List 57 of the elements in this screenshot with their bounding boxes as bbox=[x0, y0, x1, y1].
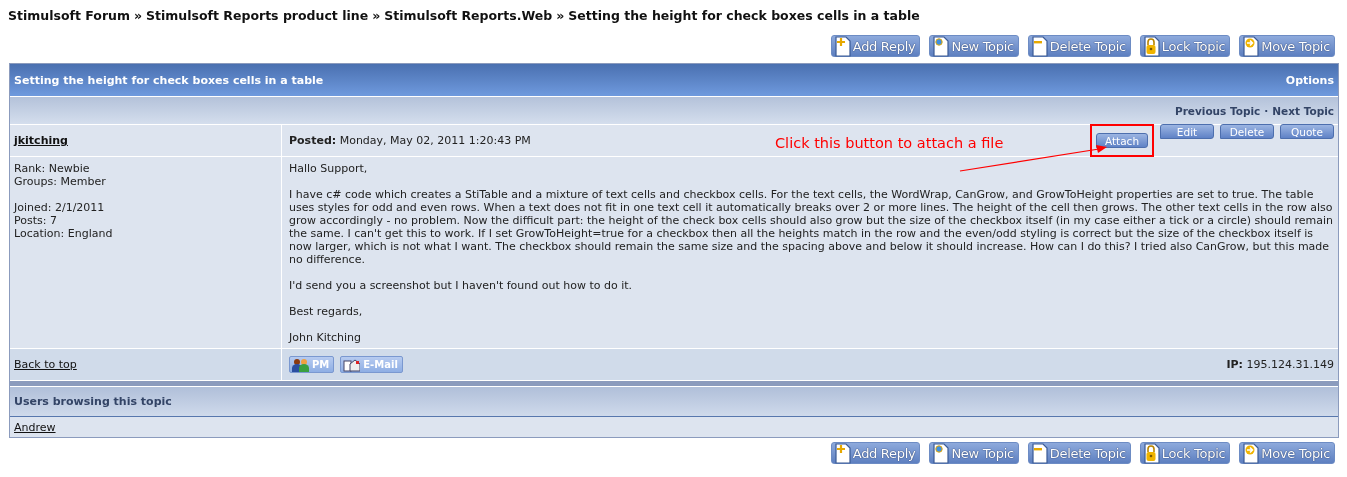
toolbar-button[interactable]: Delete Topic bbox=[1027, 35, 1131, 57]
document-arrow-icon bbox=[1242, 35, 1261, 57]
post-action-button[interactable]: Quote bbox=[1280, 124, 1334, 139]
profile-text: Posts: 7 bbox=[14, 214, 58, 227]
toolbar-button[interactable]: New Topic bbox=[929, 442, 1019, 464]
email-button[interactable]: E-Mail bbox=[340, 356, 403, 373]
nav-separator: · bbox=[1264, 104, 1269, 117]
padlock-icon bbox=[1142, 35, 1161, 57]
post-action-button[interactable]: Edit bbox=[1160, 124, 1214, 139]
post-paragraph: I have c# code which creates a StiTable and a mixture of text cells and checkbox cells. For the text cells, the WordWrap, CanGrow, and GrowToHeight properties are set to true. The table uses styles for odd and even rows. When a text does not fit in one text cell it automatically breaks over 2 or more lines. The height of the cell then grows. The other text cells in the row also grow accordingly - no problem. Now the difficult part: the height of the check box cells should also grow but the size of the checkbox itself (in my case either a tick or a circle) should remain the same. I can't get this to work. If I set GrowToHeight=true for a checkbox then all the heights match in the row and the even/odd styling is correct but the size of the checkbox itself is now larger, which is not what I want. The checkbox should remain the same size and the spacing above and below it should increase. How can I do this? I tried also CanGrow, but this made no difference. bbox=[289, 188, 1334, 266]
document-plus-icon bbox=[833, 442, 852, 464]
breadcrumb-separator: » bbox=[372, 8, 381, 23]
profile-text: Location: England bbox=[14, 227, 114, 240]
previous-topic-link[interactable]: Previous Topic bbox=[1174, 104, 1261, 117]
ip-address: IP: 195.124.31.149 bbox=[1226, 358, 1334, 371]
document-plus-icon bbox=[833, 35, 852, 57]
toolbar-button[interactable]: Move Topic bbox=[1239, 442, 1335, 464]
next-topic-link[interactable]: Next Topic bbox=[1272, 104, 1334, 117]
profile-text: Joined: 2/1/2011 bbox=[14, 201, 106, 214]
breadcrumb-separator: » bbox=[556, 8, 565, 23]
profile-text: Groups: Member bbox=[14, 175, 107, 188]
user-link[interactable]: Andrew bbox=[14, 420, 56, 434]
breadcrumb-link[interactable]: Setting the height for check boxes cells in a table bbox=[568, 8, 920, 23]
breadcrumb-link[interactable]: Stimulsoft Forum bbox=[8, 8, 130, 23]
pm-button[interactable]: PM bbox=[289, 356, 335, 373]
author-link[interactable]: jkitching bbox=[14, 134, 68, 147]
post-paragraph: I'd send you a screenshot but I haven't found out how to do it. bbox=[289, 279, 634, 292]
toolbar-button[interactable]: Add Reply bbox=[830, 442, 921, 464]
toolbar-button[interactable]: New Topic bbox=[929, 35, 1019, 57]
toolbar-button[interactable]: Move Topic bbox=[1239, 35, 1335, 57]
document-arrow-icon bbox=[1242, 442, 1261, 464]
post-action-button[interactable]: Delete bbox=[1220, 124, 1274, 139]
envelope-document-icon bbox=[343, 357, 361, 372]
attach-button[interactable]: Attach bbox=[1096, 133, 1148, 148]
padlock-icon bbox=[1142, 442, 1161, 464]
document-minus-icon bbox=[1030, 442, 1049, 464]
toolbar-button[interactable]: Lock Topic bbox=[1139, 442, 1231, 464]
toolbar-button[interactable]: Lock Topic bbox=[1139, 35, 1231, 57]
annotation-text: Click this button to attach a file bbox=[775, 135, 1004, 151]
posted-date: Posted: Monday, May 02, 2011 1:20:43 PM bbox=[289, 134, 531, 147]
post-paragraph: Hallo Support, bbox=[289, 162, 369, 175]
document-star-icon bbox=[932, 35, 951, 57]
topic-title: Setting the height for check boxes cells in a table bbox=[14, 73, 324, 87]
back-to-top-link[interactable]: Back to top bbox=[14, 358, 77, 371]
options-link[interactable]: Options bbox=[1285, 73, 1334, 87]
document-minus-icon bbox=[1030, 35, 1049, 57]
post-paragraph: Best regards, bbox=[289, 305, 364, 318]
document-star-icon bbox=[932, 442, 951, 464]
section-title: Users browsing this topic bbox=[14, 395, 172, 408]
people-icon bbox=[292, 357, 309, 372]
breadcrumb-link[interactable]: Stimulsoft Reports product line bbox=[146, 8, 369, 23]
breadcrumb-separator: » bbox=[134, 8, 143, 23]
toolbar-button[interactable]: Delete Topic bbox=[1027, 442, 1131, 464]
post-paragraph: John Kitching bbox=[289, 331, 363, 344]
profile-text: Rank: Newbie bbox=[14, 162, 91, 175]
breadcrumb-link[interactable]: Stimulsoft Reports.Web bbox=[384, 8, 553, 23]
toolbar-button[interactable]: Add Reply bbox=[830, 35, 921, 57]
